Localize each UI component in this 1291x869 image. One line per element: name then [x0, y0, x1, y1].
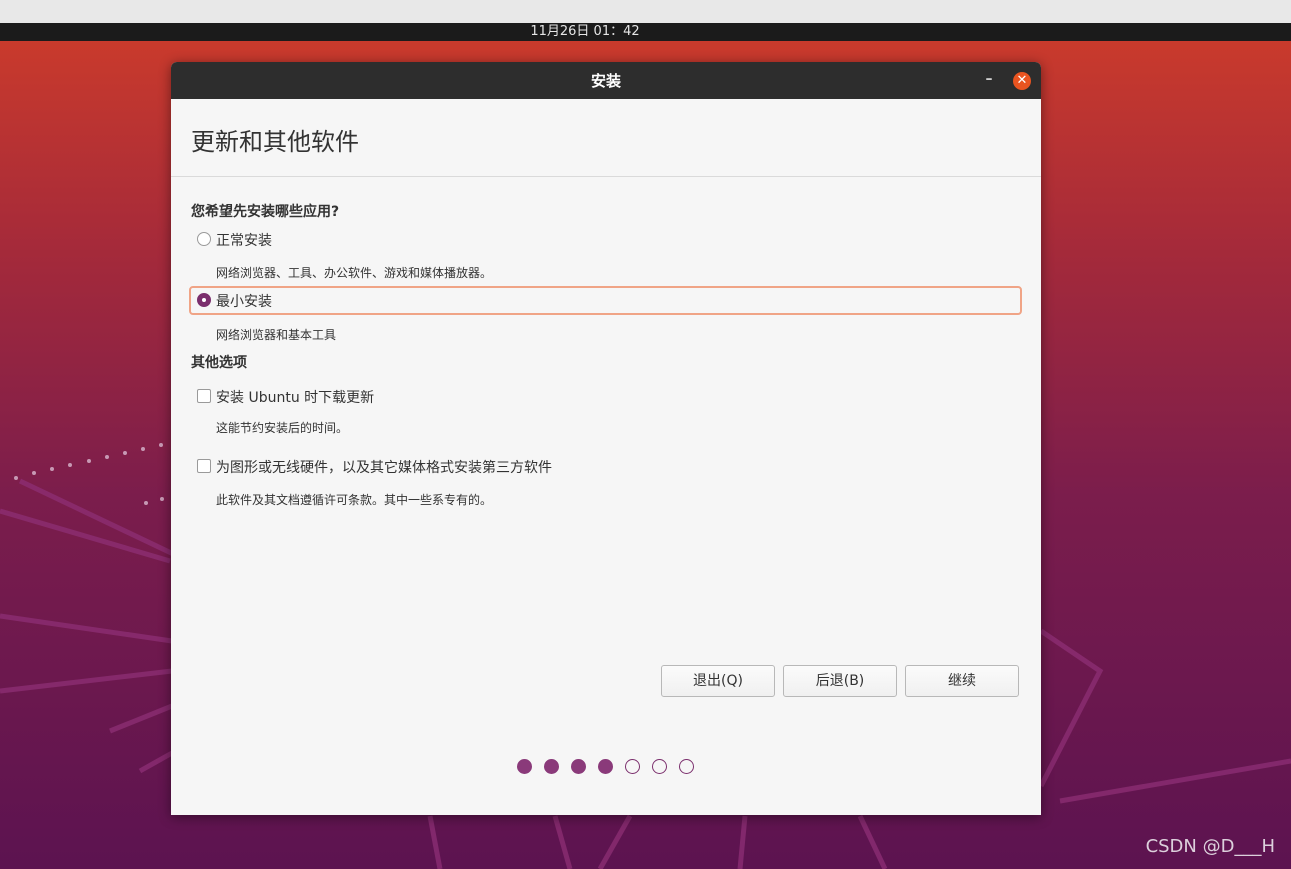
progress-dot-5	[625, 759, 640, 774]
minimal-install-radio[interactable]	[197, 293, 211, 307]
progress-dot-1	[517, 759, 532, 774]
installer-window: 安装 – ✕ 更新和其他软件 您希望先安装哪些应用? 正常安装 网络浏览器、工具…	[171, 62, 1041, 815]
download-updates-description: 这能节约安装后的时间。	[216, 421, 349, 435]
header-divider	[171, 176, 1041, 177]
clock[interactable]: 11月26日 01：42	[0, 23, 1170, 41]
progress-dot-7	[679, 759, 694, 774]
normal-install-option[interactable]: 正常安装	[189, 225, 1022, 254]
third-party-option[interactable]: 为图形或无线硬件，以及其它媒体格式安装第三方软件	[189, 452, 1022, 481]
minimal-install-description: 网络浏览器和基本工具	[216, 328, 337, 342]
minimal-install-label[interactable]: 最小安装	[216, 291, 272, 311]
watermark: CSDN @D___H	[1145, 836, 1275, 857]
page-title: 更新和其他软件	[191, 128, 359, 156]
minimal-install-option[interactable]: 最小安装	[189, 286, 1022, 315]
install-question-heading: 您希望先安装哪些应用?	[191, 204, 340, 220]
download-updates-option[interactable]: 安装 Ubuntu 时下载更新	[189, 382, 1022, 411]
close-icon[interactable]: ✕	[1013, 72, 1031, 90]
download-updates-checkbox[interactable]	[197, 389, 211, 403]
minimize-icon[interactable]: –	[981, 71, 997, 87]
other-options-heading: 其他选项	[191, 355, 247, 371]
progress-dot-3	[571, 759, 586, 774]
download-updates-label[interactable]: 安装 Ubuntu 时下载更新	[216, 387, 374, 407]
third-party-description: 此软件及其文档遵循许可条款。其中一些系专有的。	[216, 493, 493, 507]
third-party-label[interactable]: 为图形或无线硬件，以及其它媒体格式安装第三方软件	[216, 457, 552, 477]
normal-install-radio[interactable]	[197, 232, 211, 246]
normal-install-description: 网络浏览器、工具、办公软件、游戏和媒体播放器。	[216, 266, 493, 280]
progress-dot-6	[652, 759, 667, 774]
top-panel: 11月26日 01：42	[0, 23, 1291, 41]
continue-button[interactable]: 继续	[905, 665, 1019, 697]
browser-top-strip	[0, 0, 1291, 23]
progress-dot-2	[544, 759, 559, 774]
normal-install-label[interactable]: 正常安装	[216, 230, 272, 250]
third-party-checkbox[interactable]	[197, 459, 211, 473]
back-button[interactable]: 后退(B)	[783, 665, 897, 697]
window-titlebar[interactable]: 安装 – ✕	[171, 62, 1041, 99]
window-title: 安装	[590, 72, 621, 90]
progress-dot-4	[598, 759, 613, 774]
quit-button[interactable]: 退出(Q)	[661, 665, 775, 697]
